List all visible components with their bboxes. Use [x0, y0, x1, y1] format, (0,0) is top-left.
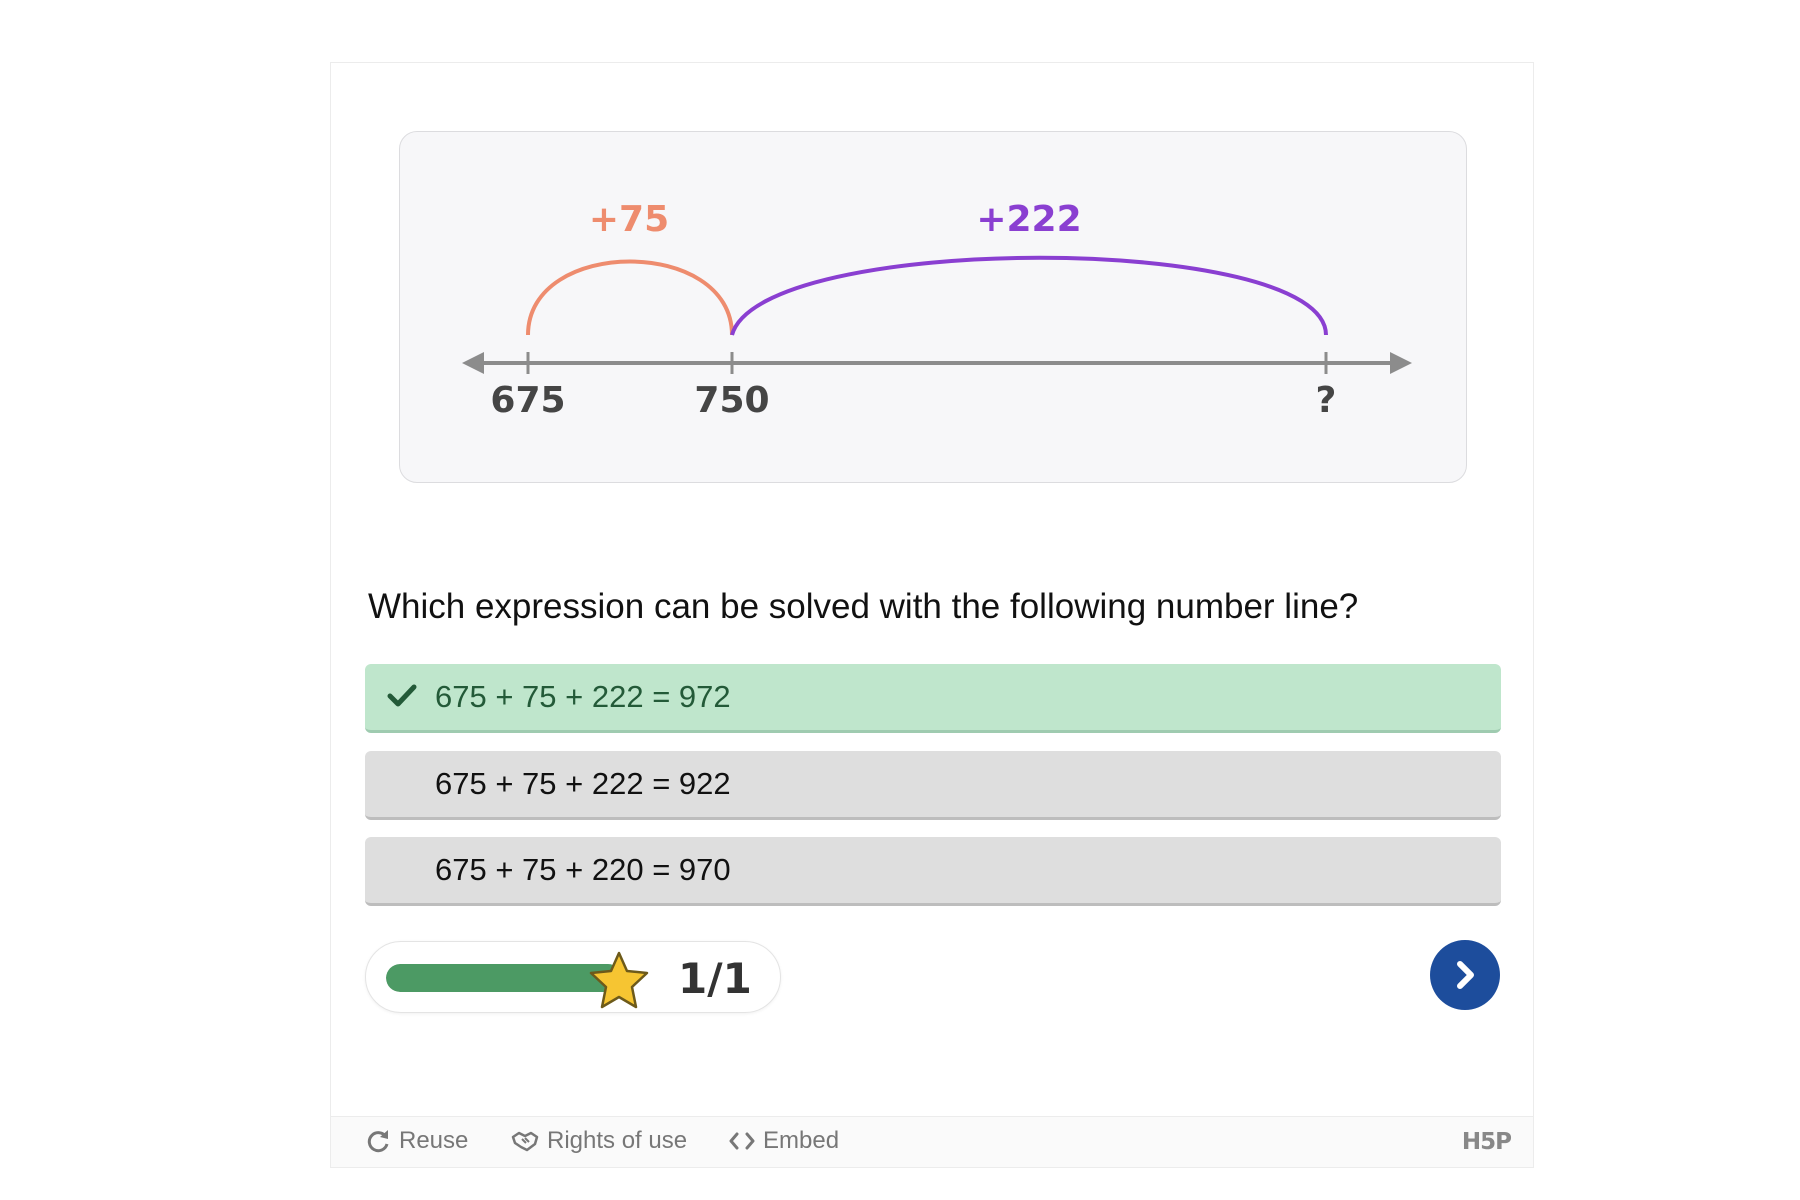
answer-option-2-label: 675 + 75 + 222 = 922 [435, 766, 731, 801]
rights-of-use-label: Rights of use [547, 1127, 688, 1154]
jump-label-1: +75 [589, 199, 669, 240]
star-icon [589, 951, 649, 1009]
chevron-right-icon [1457, 961, 1474, 989]
answer-option-3[interactable]: 675 + 75 + 220 = 970 [365, 837, 1501, 906]
next-button[interactable] [1430, 940, 1500, 1010]
h5p-logo[interactable]: H5P [1462, 1129, 1512, 1155]
right-arrow-icon [1390, 352, 1412, 374]
number-line-svg: +75 +222 675 750 ? [462, 199, 1412, 421]
start-value-label: 675 [490, 380, 565, 421]
jump-arc-1 [526, 259, 734, 336]
reuse-button[interactable]: Reuse [365, 1127, 468, 1155]
end-value-label: ? [1316, 380, 1337, 421]
handshake-icon [511, 1131, 539, 1152]
score-bar: 1/1 [365, 941, 781, 1013]
code-icon [729, 1132, 755, 1150]
question-text: Which expression can be solved with the … [368, 587, 1359, 626]
answer-option-3-label: 675 + 75 + 220 = 970 [435, 852, 731, 887]
answer-option-1[interactable]: 675 + 75 + 222 = 972 [365, 664, 1501, 733]
jump-arc-2 [730, 255, 1328, 336]
h5p-content-card: +75 +222 675 750 ? Which expression can … [330, 62, 1534, 1168]
embed-label: Embed [763, 1127, 840, 1154]
jump-label-2: +222 [976, 199, 1081, 240]
number-line-figure: +75 +222 675 750 ? [399, 131, 1467, 483]
middle-value-label: 750 [694, 380, 769, 421]
h5p-footer: Reuse Rights of use Embed H5P [331, 1116, 1533, 1167]
answer-option-2[interactable]: 675 + 75 + 222 = 922 [365, 751, 1501, 820]
score-text: 1/1 [678, 954, 752, 1003]
embed-button[interactable]: Embed [729, 1127, 839, 1155]
answer-option-1-label: 675 + 75 + 222 = 972 [435, 679, 731, 714]
left-arrow-icon [462, 352, 484, 374]
reuse-label: Reuse [399, 1127, 469, 1154]
checkmark-icon [387, 684, 417, 707]
reuse-icon [367, 1130, 389, 1153]
rights-of-use-button[interactable]: Rights of use [511, 1127, 687, 1155]
